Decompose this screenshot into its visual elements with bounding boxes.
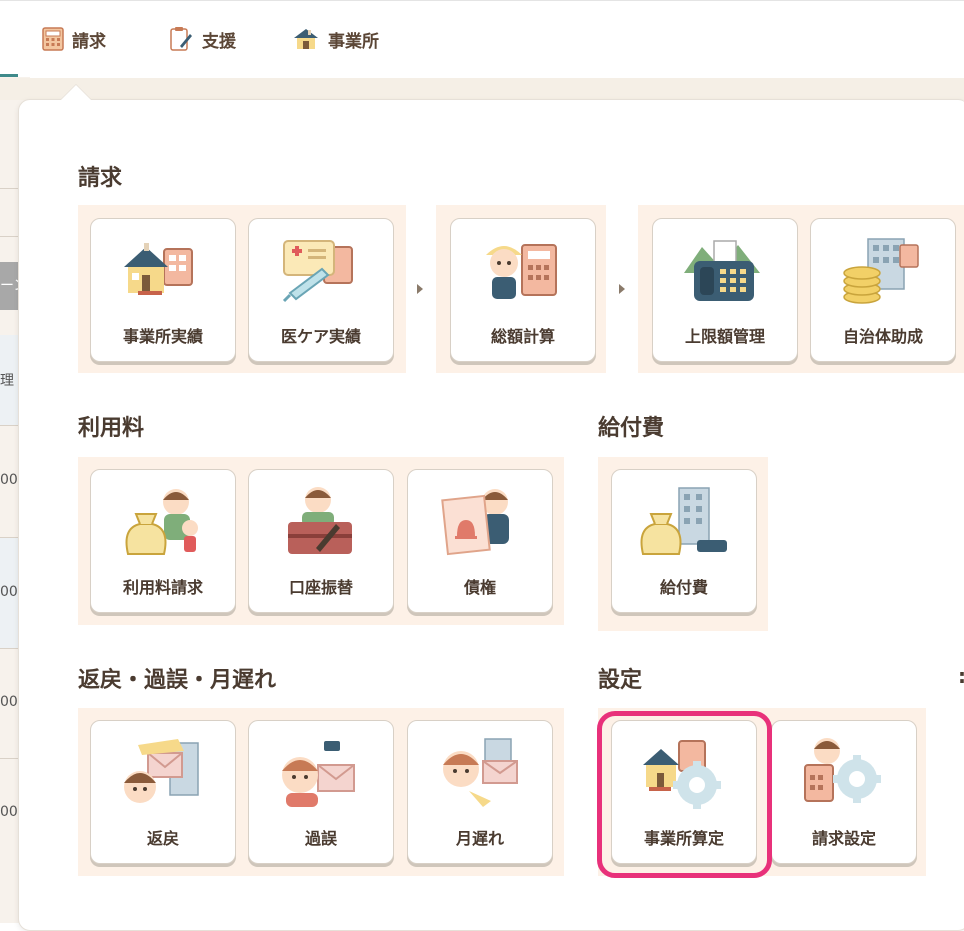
card-label: 請求設定 (811, 829, 876, 848)
background-text: 00 (0, 472, 18, 488)
offscreen-section-title: : (958, 664, 964, 688)
usage-fee-billing-button[interactable]: 利用料請求 (90, 469, 236, 613)
card-label: 月遅れ (455, 829, 504, 848)
section-title-returns: 返戻・過誤・月遅れ (78, 668, 277, 693)
section-title-usage-fee: 利用料 (78, 416, 145, 441)
background-band (0, 78, 964, 100)
erroneous-billing-button[interactable]: 過誤 (248, 720, 394, 864)
card-label: 自治体助成 (842, 327, 923, 346)
panel-caret (60, 84, 92, 100)
billing-settings-button[interactable]: 請求設定 (771, 720, 917, 864)
person-passbook-icon (288, 487, 352, 554)
flow-arrow-icon (417, 284, 423, 294)
person-late-envelope-icon (443, 738, 518, 807)
background-text: 00 (0, 584, 18, 600)
card-label: 上限額管理 (684, 327, 765, 346)
section-title-billing: 請求 (78, 166, 123, 191)
clipboard-pen-icon (170, 27, 192, 51)
person-calculator-icon (486, 244, 557, 299)
return-button[interactable]: 返戻 (90, 720, 236, 864)
calculator-icon (42, 27, 64, 51)
receivables-button[interactable]: 債権 (407, 469, 553, 613)
nav-item-billing[interactable]: 請求 (42, 25, 106, 53)
card-label: 口座振替 (288, 578, 353, 597)
medical-syringe-icon (282, 240, 353, 303)
background-text: 00 (0, 804, 18, 820)
card-label: 過誤 (304, 829, 337, 848)
fax-machine-icon (684, 240, 760, 301)
upper-limit-management-button[interactable]: 上限額管理 (652, 218, 798, 362)
person-return-envelope-icon (124, 739, 199, 803)
bank-transfer-button[interactable]: 口座振替 (248, 469, 394, 613)
office-record-button[interactable]: 事業所実績 (90, 218, 236, 362)
card-label: 給付費 (659, 578, 708, 597)
nav-item-label: 事業所 (328, 31, 379, 52)
person-envelope-icon (282, 741, 355, 807)
person-bell-document-icon (441, 489, 509, 556)
card-label: 医ケア実績 (280, 327, 361, 346)
house-icon (294, 29, 318, 49)
medical-care-record-button[interactable]: 医ケア実績 (248, 218, 394, 362)
active-tab-indicator (0, 74, 18, 77)
card-label: 利用料請求 (122, 578, 203, 597)
total-calculation-button[interactable]: 総額計算 (450, 218, 596, 362)
background-text: 理 (0, 373, 14, 389)
nav-item-label: 支援 (202, 31, 236, 52)
late-billing-button[interactable]: 月遅れ (407, 720, 553, 864)
background-text: 00 (0, 694, 18, 710)
person-gear-icon (804, 738, 881, 803)
card-label: 返戻 (146, 829, 179, 848)
card-label: 事業所実績 (122, 327, 203, 346)
office-house-icon (124, 243, 193, 295)
money-bag-family-icon (125, 489, 198, 555)
benefit-expense-button[interactable]: 給付費 (611, 469, 757, 613)
card-label: 総額計算 (490, 327, 555, 346)
nav-item-support[interactable]: 支援 (168, 25, 236, 53)
nav-item-office[interactable]: 事業所 (292, 25, 379, 53)
nav-item-label: 請求 (72, 31, 106, 52)
building-coins-icon (843, 238, 919, 304)
municipal-subsidy-button[interactable]: 自治体助成 (810, 218, 956, 362)
flow-arrow-icon (619, 284, 625, 294)
top-nav: 請求 支援 事業所 (0, 0, 964, 77)
money-bag-building-icon (640, 487, 727, 555)
card-label: 債権 (463, 578, 496, 597)
section-title-settings: 設定 (598, 668, 643, 693)
section-title-benefit: 給付費 (598, 416, 665, 441)
highlight-frame (597, 711, 772, 878)
